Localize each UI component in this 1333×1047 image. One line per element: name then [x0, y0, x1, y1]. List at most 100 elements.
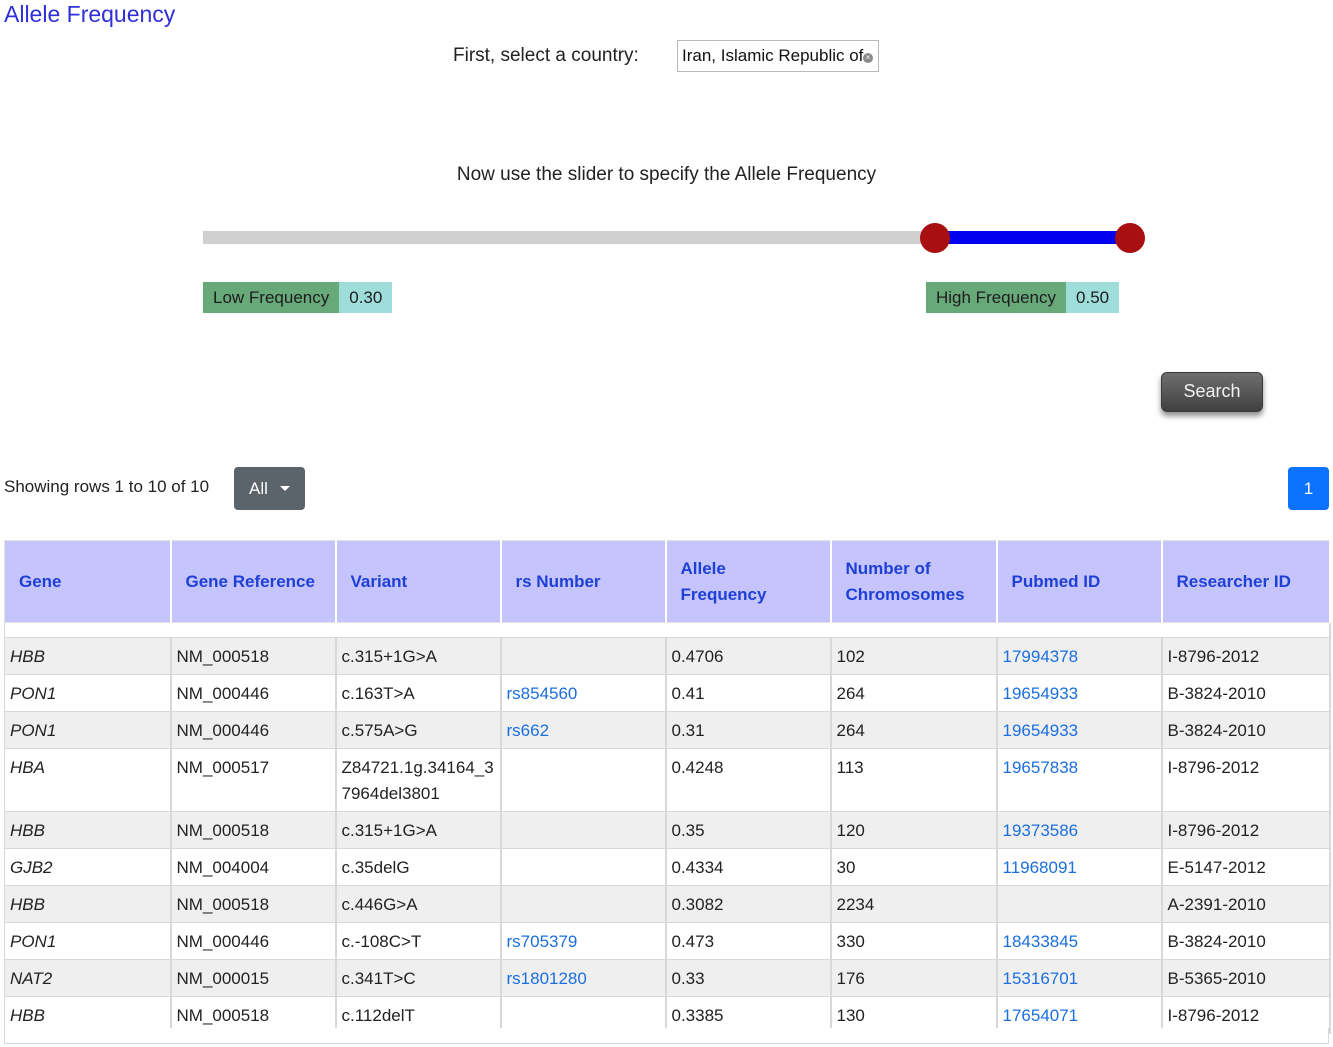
cell-rs-number [500, 885, 667, 923]
cell-allele-frequency: 0.4334 [665, 848, 832, 886]
cell-allele-frequency: 0.4706 [665, 637, 832, 675]
cell-gene: HBB [4, 637, 172, 675]
cell-variant: c.35delG [335, 848, 502, 886]
page-size-dropdown[interactable]: All [234, 467, 305, 510]
cell-variant: c.341T>C [335, 959, 502, 997]
cell-chromosomes: 264 [830, 674, 998, 712]
cell-pubmed-link[interactable]: 18433845 [996, 922, 1163, 960]
page-size-label: All [249, 479, 268, 498]
column-header-pubmed-id[interactable]: Pubmed ID [996, 540, 1163, 623]
table-row: HBA NM_000517 Z84721.1g.34164_37964del38… [4, 748, 1331, 812]
cell-researcher-id: B-3824-2010 [1161, 674, 1331, 712]
cell-rs-number [500, 748, 667, 812]
column-header-rs-number[interactable]: rs Number [500, 540, 667, 623]
cell-researcher-id: B-5365-2010 [1161, 959, 1331, 997]
low-frequency-label: Low Frequency [203, 282, 340, 313]
cell-allele-frequency: 0.41 [665, 674, 832, 712]
cell-chromosomes: 30 [830, 848, 998, 886]
country-select-value: Iran, Islamic Republic of [682, 46, 864, 65]
cell-pubmed-link[interactable]: 19373586 [996, 811, 1163, 849]
cell-variant: c.-108C>T [335, 922, 502, 960]
slider-low-handle[interactable] [919, 223, 950, 253]
cell-chromosomes: 330 [830, 922, 998, 960]
cell-gene: HBA [4, 748, 172, 812]
cell-gene: PON1 [4, 922, 172, 960]
cell-rs-number-link[interactable]: rs705379 [500, 922, 667, 960]
page-title: Allele Frequency [4, 1, 176, 27]
cell-pubmed-link[interactable]: 11968091 [996, 848, 1163, 886]
column-header-variant[interactable]: Variant [335, 540, 502, 623]
frequency-slider[interactable] [203, 221, 1145, 253]
cell-pubmed-id [996, 885, 1163, 923]
cell-gene: PON1 [4, 711, 172, 749]
cell-allele-frequency: 0.473 [665, 922, 832, 960]
table-header-row: Gene Gene Reference Variant rs Number Al… [4, 540, 1331, 623]
table-row: HBB NM_000518 c.315+1G>A 0.35 120 193735… [4, 811, 1331, 849]
cell-gene-reference: NM_000015 [170, 959, 337, 997]
cell-chromosomes: 102 [830, 637, 998, 675]
cell-rs-number-link[interactable]: rs662 [500, 711, 667, 749]
cell-researcher-id: I-8796-2012 [1161, 748, 1331, 812]
table-row: PON1 NM_000446 c.163T>A rs854560 0.41 26… [4, 674, 1331, 712]
cell-researcher-id: I-8796-2012 [1161, 637, 1331, 675]
cell-gene-reference: NM_000518 [170, 637, 337, 675]
cell-pubmed-link[interactable]: 17994378 [996, 637, 1163, 675]
cell-researcher-id: E-5147-2012 [1161, 848, 1331, 886]
table-row: PON1 NM_000446 c.-108C>T rs705379 0.473 … [4, 922, 1331, 960]
cell-variant: Z84721.1g.34164_37964del3801 [335, 748, 502, 812]
table-row: NAT2 NM_000015 c.341T>C rs1801280 0.33 1… [4, 959, 1331, 997]
cell-chromosomes: 120 [830, 811, 998, 849]
caret-down-icon [280, 486, 290, 491]
cell-researcher-id: B-3824-2010 [1161, 922, 1331, 960]
table-row: GJB2 NM_004004 c.35delG 0.4334 30 119680… [4, 848, 1331, 886]
cell-allele-frequency: 0.31 [665, 711, 832, 749]
allele-frequency-table: Gene Gene Reference Variant rs Number Al… [4, 540, 1331, 1034]
column-header-allele-frequency[interactable]: Allele Frequency [665, 540, 832, 623]
slider-selected-range [934, 231, 1130, 244]
cell-variant: c.446G>A [335, 885, 502, 923]
cell-pubmed-link[interactable]: 19654933 [996, 711, 1163, 749]
table-row: HBB NM_000518 c.315+1G>A 0.4706 102 1799… [4, 637, 1331, 675]
clear-icon[interactable]: × [863, 53, 873, 63]
column-header-number-of-chromosomes[interactable]: Number of Chromosomes [830, 540, 998, 623]
cell-rs-number [500, 848, 667, 886]
table-row: HBB NM_000518 c.446G>A 0.3082 2234 A-239… [4, 885, 1331, 923]
cell-pubmed-link[interactable]: 19657838 [996, 748, 1163, 812]
search-button[interactable]: Search [1161, 372, 1263, 412]
cell-rs-number-link[interactable]: rs854560 [500, 674, 667, 712]
low-frequency-indicator: Low Frequency 0.30 [203, 282, 393, 313]
cell-researcher-id: B-3824-2010 [1161, 711, 1331, 749]
cell-variant: c.163T>A [335, 674, 502, 712]
cell-pubmed-link[interactable]: 15316701 [996, 959, 1163, 997]
slider-high-handle[interactable] [1115, 223, 1145, 253]
cell-gene-reference: NM_000517 [170, 748, 337, 812]
cell-allele-frequency: 0.35 [665, 811, 832, 849]
table-header-spacer [4, 622, 1331, 638]
cell-chromosomes: 113 [830, 748, 998, 812]
country-label: First, select a country: [453, 45, 639, 66]
high-frequency-label: High Frequency [926, 282, 1067, 313]
spacer-cell [4, 622, 1331, 638]
cell-gene-reference: NM_000518 [170, 811, 337, 849]
cell-variant: c.315+1G>A [335, 637, 502, 675]
cell-variant: c.575A>G [335, 711, 502, 749]
cell-rs-number [500, 811, 667, 849]
table-row: PON1 NM_000446 c.575A>G rs662 0.31 264 1… [4, 711, 1331, 749]
column-header-researcher-id[interactable]: Researcher ID [1161, 540, 1331, 623]
slider-instruction: Now use the slider to specify the Allele… [456, 164, 877, 185]
cell-chromosomes: 176 [830, 959, 998, 997]
pagination-page-1[interactable]: 1 [1288, 467, 1329, 510]
cell-researcher-id: I-8796-2012 [1161, 811, 1331, 849]
cell-rs-number-link[interactable]: rs1801280 [500, 959, 667, 997]
cell-allele-frequency: 0.4248 [665, 748, 832, 812]
cell-gene: HBB [4, 811, 172, 849]
cell-allele-frequency: 0.3082 [665, 885, 832, 923]
country-select[interactable]: Iran, Islamic Republic of × [677, 40, 879, 72]
column-header-gene-reference[interactable]: Gene Reference [170, 540, 337, 623]
cell-gene: PON1 [4, 674, 172, 712]
cell-pubmed-link[interactable]: 19654933 [996, 674, 1163, 712]
cell-rs-number [500, 637, 667, 675]
cell-gene: NAT2 [4, 959, 172, 997]
cell-gene-reference: NM_000518 [170, 885, 337, 923]
column-header-gene[interactable]: Gene [4, 540, 172, 623]
